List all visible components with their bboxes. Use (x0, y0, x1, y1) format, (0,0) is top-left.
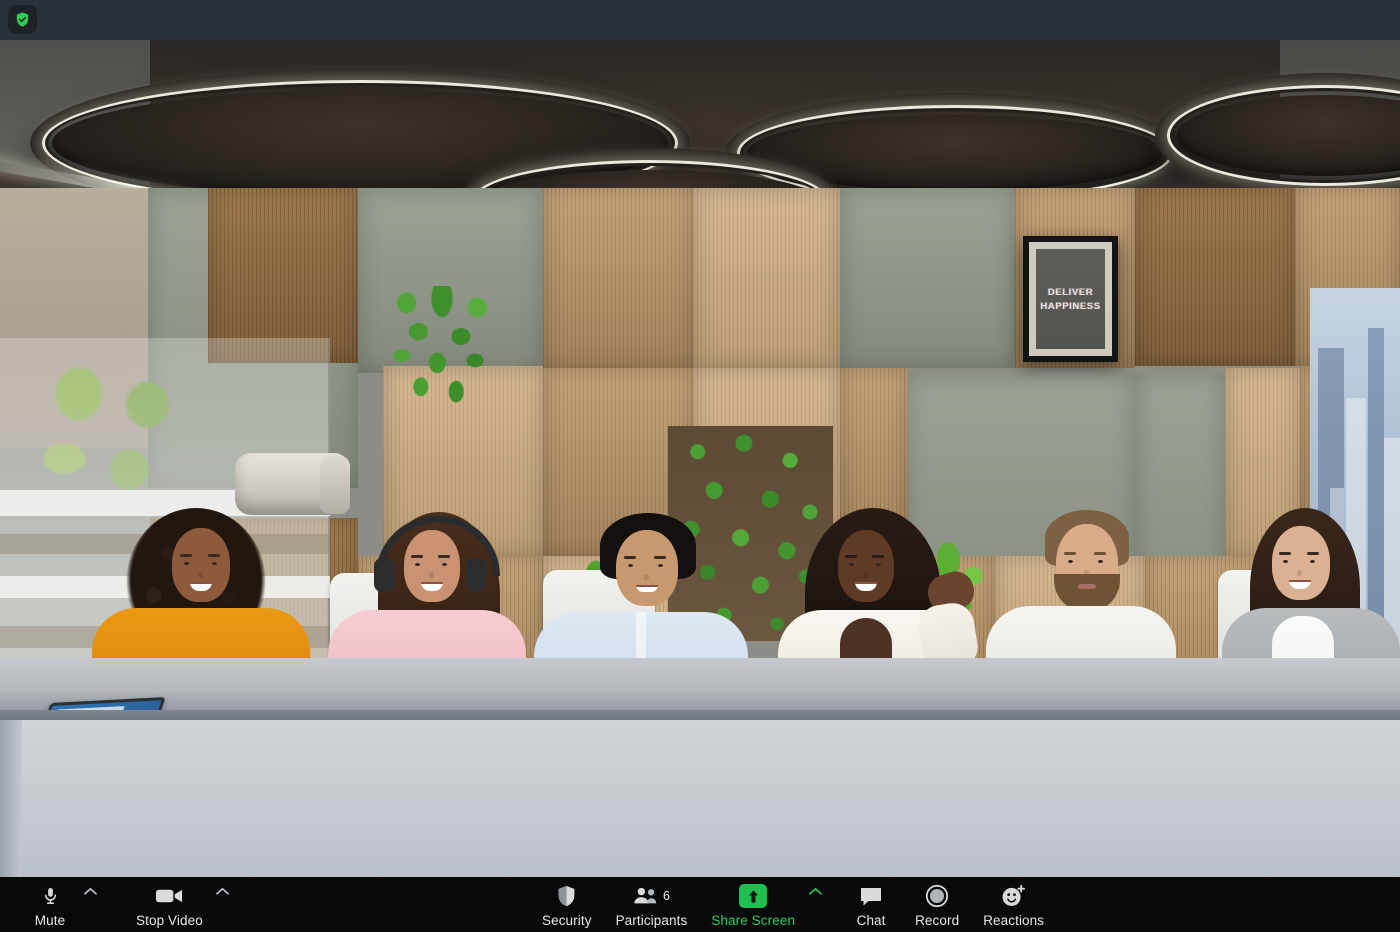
toolbar-center-group: Security 6 Participants Share Screen Cha… (530, 877, 1056, 932)
participants-label: Participants (615, 913, 688, 928)
security-label: Security (542, 913, 592, 928)
stop-video-label: Stop Video (136, 913, 203, 928)
participants-count-badge: 6 (662, 888, 670, 903)
wood-panel (1135, 188, 1295, 366)
reactions-button[interactable]: Reactions (971, 877, 1056, 928)
video-options-chevron-up-icon[interactable] (215, 883, 231, 899)
chat-bubble-icon (859, 883, 883, 909)
poster-line-2: HAPPINESS (1040, 300, 1101, 312)
poster-line-1: DELIVER (1047, 286, 1094, 298)
shield-check-icon (16, 12, 29, 27)
stop-video-button[interactable]: Stop Video (124, 877, 215, 928)
mute-label: Mute (34, 913, 66, 928)
hanging-plant (383, 286, 501, 406)
share-up-arrow-icon (739, 884, 768, 908)
participants-button[interactable]: 6 Participants (604, 877, 700, 928)
chat-label: Chat (856, 913, 886, 928)
share-screen-button[interactable]: Share Screen (699, 877, 807, 928)
record-circle-icon (925, 883, 949, 909)
share-screen-label: Share Screen (711, 913, 796, 928)
smiley-plus-icon (1001, 883, 1026, 909)
wood-panel (693, 188, 840, 368)
share-options-chevron-up-icon[interactable] (807, 883, 823, 899)
chat-button[interactable]: Chat (839, 877, 903, 928)
people-icon (634, 887, 657, 904)
conference-table-front (0, 720, 1400, 877)
reactions-label: Reactions (983, 913, 1045, 928)
meeting-controls-toolbar: Mute Stop Video Security 6 Participants … (0, 877, 1400, 932)
active-speaker-video[interactable]: DELIVER HAPPINESS (0, 38, 1400, 877)
meeting-top-bar (0, 0, 1400, 40)
microphone-icon (41, 883, 60, 909)
record-button[interactable]: Record (903, 877, 971, 928)
wood-panel (208, 188, 358, 363)
security-button[interactable]: Security (530, 877, 604, 928)
mute-button[interactable]: Mute (18, 877, 82, 928)
wood-panel (543, 188, 693, 368)
wall-recess (840, 188, 1015, 368)
zoom-meeting-window: DELIVER HAPPINESS Mute Stop Video Securi… (0, 0, 1400, 932)
shield-icon (556, 883, 577, 909)
lounge-chair (320, 456, 350, 514)
record-label: Record (915, 913, 960, 928)
wall-poster: DELIVER HAPPINESS (1023, 236, 1118, 362)
conference-table-top (0, 658, 1400, 716)
audio-options-chevron-up-icon[interactable] (82, 883, 98, 899)
video-camera-icon (155, 883, 184, 909)
toolbar-left-group: Mute Stop Video (18, 877, 231, 932)
encryption-status-badge[interactable] (8, 5, 37, 34)
